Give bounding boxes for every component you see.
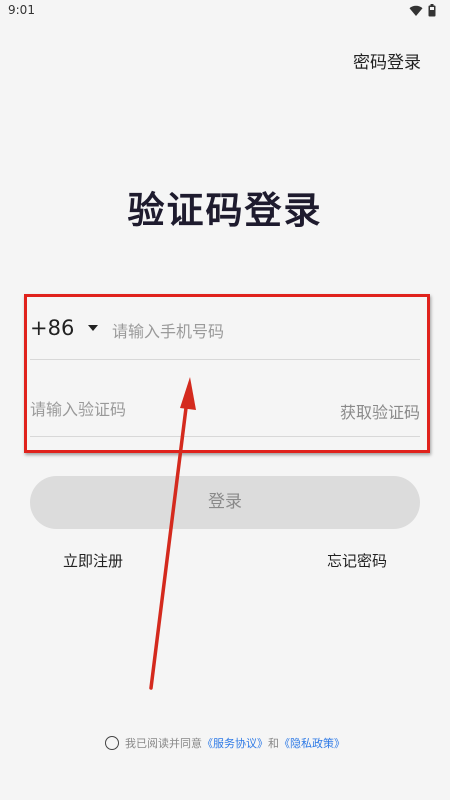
status-icons xyxy=(409,4,436,17)
status-time: 9:01 xyxy=(8,3,35,17)
forgot-password-link[interactable]: 忘记密码 xyxy=(327,550,387,571)
status-bar: 9:01 xyxy=(0,0,450,24)
agreement-checkbox[interactable] xyxy=(105,736,119,750)
agreement-row: 我已阅读并同意 《服务协议》 和 《隐私政策》 xyxy=(0,735,450,751)
privacy-policy-link[interactable]: 《隐私政策》 xyxy=(279,735,345,751)
password-login-link[interactable]: 密码登录 xyxy=(353,48,421,73)
agreement-prefix: 我已阅读并同意 xyxy=(125,737,202,750)
service-agreement-link[interactable]: 《服务协议》 xyxy=(202,735,268,751)
page-title: 验证码登录 xyxy=(127,189,323,232)
login-button[interactable]: 登录 xyxy=(30,476,420,529)
annotation-highlight-box xyxy=(24,294,430,453)
register-link[interactable]: 立即注册 xyxy=(63,550,123,571)
agreement-connector: 和 xyxy=(268,737,279,750)
battery-icon xyxy=(428,4,436,17)
wifi-icon xyxy=(409,5,423,16)
login-screen: 9:01 密码登录 验证码登录 +86 获取验证码 登录 立即注册 忘记密码 xyxy=(0,0,450,800)
